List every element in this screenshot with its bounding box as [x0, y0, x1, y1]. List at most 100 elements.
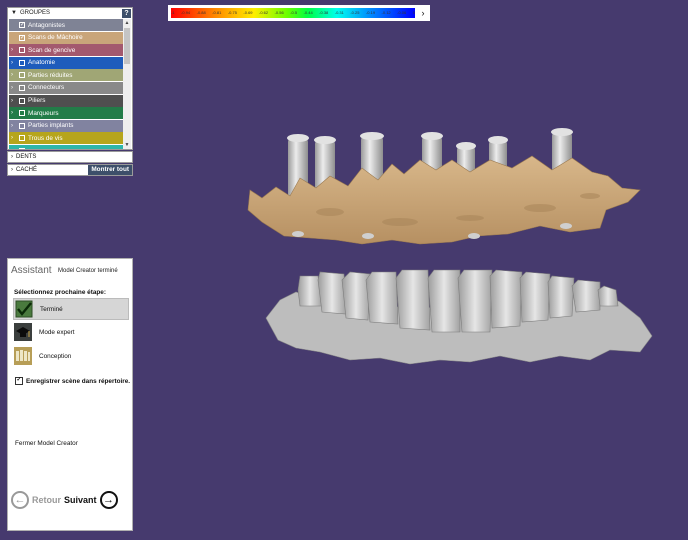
assistant-title: Assistant [11, 265, 52, 276]
scale-tick-label: -0.19 [365, 10, 376, 15]
assistant-panel: Assistant Model Creator terminé Sélectio… [7, 258, 133, 531]
scale-tick-label: -0.88 [196, 10, 206, 15]
groups-scrollbar[interactable]: ▲ ▼ [123, 19, 131, 149]
group-label: Scans de Mâchoire [28, 34, 83, 42]
chevron-right-icon[interactable]: › [11, 135, 19, 141]
close-model-creator-link[interactable]: Fermer Model Creator [15, 440, 78, 447]
groups-list: ✓ Antagonistes ✓ Scans de Mâchoire › Scan de … [9, 19, 125, 149]
option-conception[interactable]: Conception [13, 345, 129, 367]
group-visibility-checkbox[interactable] [19, 122, 25, 129]
option-label: Terminé [40, 305, 63, 313]
chevron-right-icon[interactable]: › [11, 60, 19, 66]
groups-header[interactable]: ▼ GROUPES [8, 8, 132, 18]
group-row[interactable]: › Piliers [9, 94, 125, 107]
save-scene-checkbox[interactable]: ✓ Enregistrer scène dans répertoire. [15, 377, 130, 385]
color-scale-bar: -1 -0.94 -0.88 -0.81 -0.75 -0.69 -0.62 -0.56 -0.… [168, 5, 430, 21]
group-visibility-checkbox[interactable] [19, 147, 25, 149]
wizard-nav: ← Retour Suivant → [11, 491, 118, 509]
group-row[interactable]: › [9, 144, 125, 149]
chevron-right-icon[interactable]: › [11, 148, 19, 149]
group-visibility-checkbox[interactable] [19, 110, 25, 117]
scale-tick-label: -0.62 [259, 10, 269, 15]
option-termine[interactable]: Terminé [13, 298, 129, 320]
scale-tick-label: -0.75 [227, 10, 237, 15]
cache-section[interactable]: › CACHÉ Montrer tout [7, 164, 133, 176]
scale-tick-label: -0.94 [181, 10, 191, 15]
group-visibility-checkbox[interactable]: ✓ [19, 22, 25, 28]
show-all-button[interactable]: Montrer tout [88, 165, 132, 175]
scale-tick-label: -0.69 [243, 10, 253, 15]
group-label: Parties réduites [28, 71, 73, 79]
group-row[interactable]: › Parties réduites [9, 69, 125, 82]
chevron-right-icon[interactable]: › [11, 85, 19, 91]
teeth-design-icon [14, 347, 32, 365]
group-row[interactable]: › Scan de gencive [9, 44, 125, 57]
chevron-right-icon[interactable]: › [11, 123, 19, 129]
group-visibility-checkbox[interactable] [19, 84, 25, 91]
group-label: Marqueurs [28, 109, 59, 117]
chevron-right-icon: › [11, 167, 13, 173]
scale-tick-label: -0.81 [212, 10, 222, 15]
scale-tick-label: -0.44 [303, 10, 313, 15]
dents-label: DENTS [16, 154, 37, 160]
checkbox-checked-icon: ✓ [15, 377, 23, 385]
chevron-right-icon[interactable]: › [11, 72, 19, 78]
next-button[interactable]: Suivant [64, 495, 97, 505]
group-visibility-checkbox[interactable] [19, 47, 25, 54]
option-label: Mode expert [39, 328, 75, 336]
group-row[interactable]: › Trous de vis [9, 132, 125, 145]
group-row[interactable]: › Connecteurs [9, 81, 125, 94]
back-arrow-icon[interactable]: ← [11, 491, 29, 509]
group-visibility-checkbox[interactable] [19, 135, 25, 142]
group-row[interactable]: › Parties implants [9, 119, 125, 132]
graduation-cap-icon [14, 323, 32, 341]
scroll-down-icon[interactable]: ▼ [123, 141, 131, 149]
checkmark-icon [15, 300, 33, 318]
group-visibility-checkbox[interactable] [19, 97, 25, 104]
group-label: Piliers [28, 97, 46, 105]
group-visibility-checkbox[interactable] [19, 59, 25, 66]
group-visibility-checkbox[interactable]: ✓ [19, 34, 25, 41]
group-label: Antagonistes [28, 21, 65, 29]
scale-tick-label: -0.31 [334, 10, 344, 15]
groups-header-label: GROUPES [19, 10, 50, 16]
scale-tick-label: -0.38 [319, 10, 329, 15]
group-label: Connecteurs [28, 84, 65, 92]
chevron-right-icon[interactable]: › [11, 47, 19, 53]
group-label: Scan de gencive [28, 46, 76, 54]
group-row[interactable]: › Marqueurs [9, 107, 125, 120]
option-label: Conception [39, 352, 72, 360]
scale-tick-label: 0 [412, 10, 415, 15]
group-row[interactable]: ✓ Antagonistes [9, 19, 125, 31]
next-arrow-icon[interactable]: → [99, 491, 118, 509]
group-row[interactable]: › Anatomie [9, 56, 125, 69]
groups-panel: ▼ GROUPES ? ✓ Antagonistes ✓ Scans de Mâcho… [7, 7, 133, 150]
scroll-thumb[interactable] [124, 28, 130, 64]
scale-tick-label: -0.06 [397, 10, 407, 15]
group-row[interactable]: ✓ Scans de Mâchoire [9, 31, 125, 44]
group-label: Trous de vis [28, 134, 63, 142]
group-label: Anatomie [28, 59, 55, 67]
group-label: Parties implants [28, 122, 74, 130]
scroll-up-icon[interactable]: ▲ [123, 19, 131, 27]
chevron-right-icon[interactable]: › [11, 98, 19, 104]
chevron-right-icon: › [11, 154, 13, 160]
assistant-subtitle: Model Creator terminé [58, 268, 118, 274]
chevron-right-icon[interactable]: › [11, 110, 19, 116]
option-mode-expert[interactable]: Mode expert [13, 321, 129, 343]
scale-tick-label: -0.25 [350, 10, 360, 15]
scale-tick-label: -0.12 [381, 10, 391, 15]
group-visibility-checkbox[interactable] [19, 72, 25, 79]
chevron-down-icon: ▼ [11, 10, 17, 16]
next-step-prompt: Sélectionnez prochaine étape: [14, 289, 106, 296]
scale-tick-label: -0.56 [274, 10, 284, 15]
back-button[interactable]: Retour [32, 495, 61, 505]
scale-expand-button[interactable]: › [418, 7, 428, 19]
save-scene-label: Enregistrer scène dans répertoire. [26, 377, 131, 385]
scale-tick-label: -0.5 [290, 10, 298, 15]
dents-section[interactable]: › DENTS [7, 151, 133, 163]
scale-ticks: -1 -0.94 -0.88 -0.81 -0.75 -0.69 -0.62 -0.56 -0.… [171, 10, 415, 15]
cache-label: CACHÉ [16, 167, 38, 173]
scale-tick-label: -1 [171, 10, 175, 15]
help-button[interactable]: ? [122, 9, 131, 18]
